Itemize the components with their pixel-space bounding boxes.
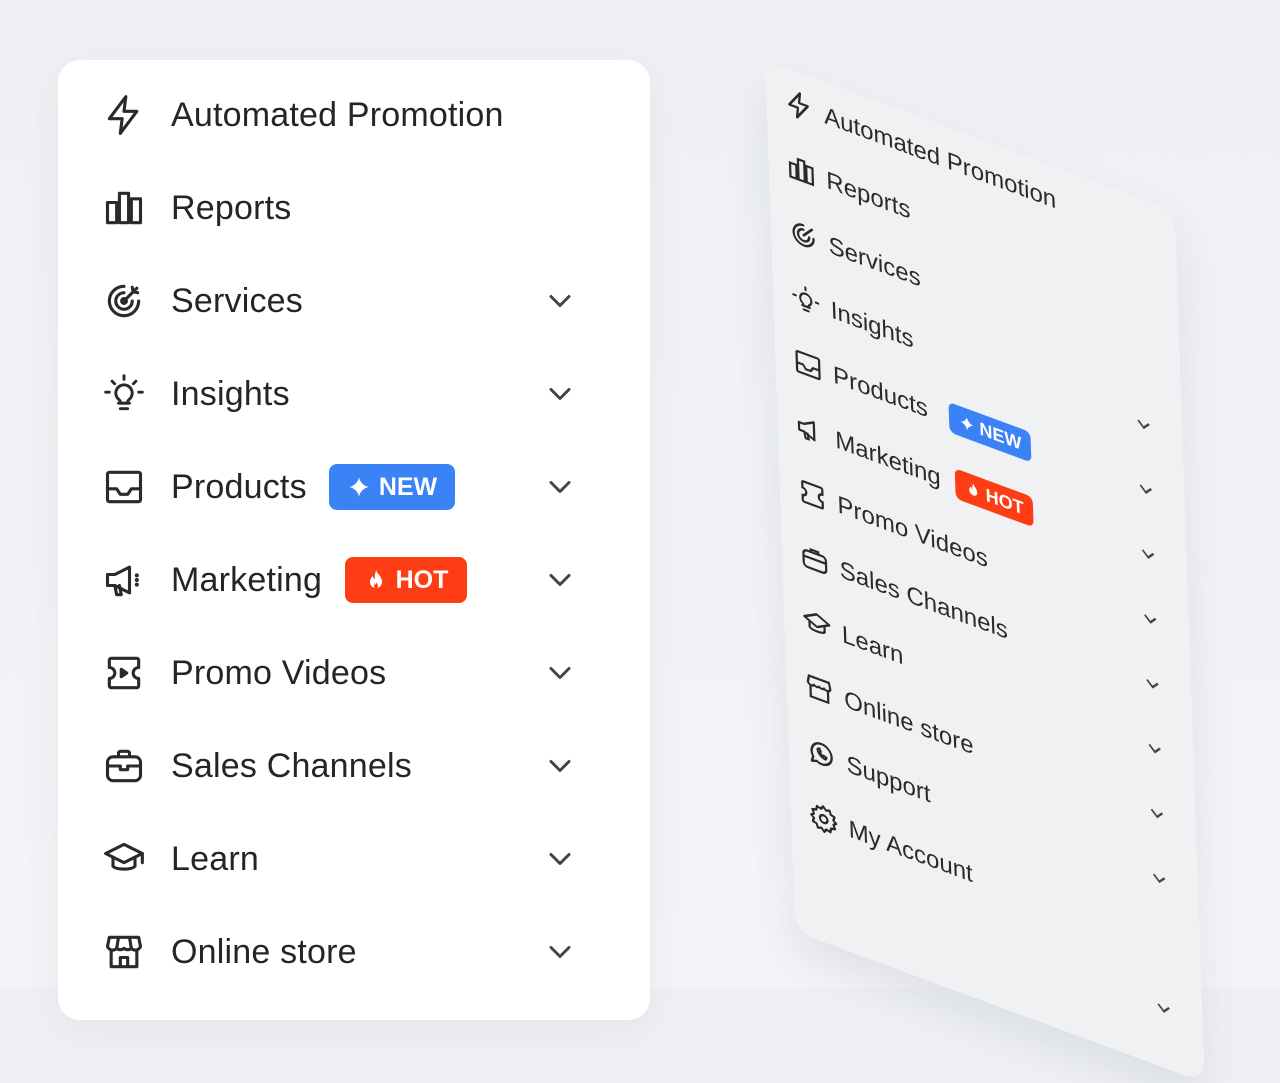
tilted-menu-preview: Automated Promotion Reports Services Ins… [765,60,1205,1083]
hot-badge: HOT [954,468,1034,528]
menu-item-insights[interactable]: Insights [58,364,650,424]
menu-item-learn[interactable]: Learn [58,829,650,889]
megaphone-icon [795,409,826,450]
new-badge: NEW [329,464,455,510]
menu-item-label: Reports [171,188,292,227]
preview-item-label: Insights [830,296,914,355]
megaphone-icon [102,558,146,602]
preview-item-label: Learn [841,620,904,671]
preview-item-label: Products [832,361,929,424]
bar-chart-icon [102,186,146,230]
menu-item-label: Products [171,467,307,506]
chevron-down-icon[interactable] [1143,734,1166,764]
hot-badge-label: HOT [395,565,449,594]
fire-icon [369,570,382,588]
hot-badge-label: HOT [985,484,1025,519]
chevron-down-icon[interactable] [1148,864,1171,894]
menu-item-online-store[interactable]: Online store [58,922,650,982]
preview-item-label: Services [828,231,922,293]
bolt-icon [102,93,146,137]
menu-item-promo-videos[interactable]: Promo Videos [58,643,650,703]
sparkle-icon [348,477,369,497]
menu-item-label: Promo Videos [171,653,387,692]
menu-item-label: Online store [171,932,357,971]
chevron-down-icon[interactable] [1132,410,1155,440]
menu-item-label: Automated Promotion [171,95,504,134]
chevron-down-icon[interactable] [542,934,578,970]
chevron-down-icon[interactable] [1137,539,1160,569]
chevron-down-icon[interactable] [542,562,578,598]
menu-item-label: Marketing [171,560,323,599]
bolt-icon [784,85,815,126]
briefcase-icon [799,539,830,580]
chevron-down-icon[interactable] [1134,475,1157,505]
hot-badge: HOT [345,557,467,603]
target-icon [102,279,146,323]
menu-item-automated-promotion[interactable]: Automated Promotion [58,85,650,145]
fire-icon [968,483,977,496]
inbox-icon [102,465,146,509]
menu-item-label: Learn [171,839,259,878]
target-icon [788,215,819,256]
chevron-down-icon[interactable] [1141,669,1164,699]
new-badge: NEW [948,401,1032,463]
video-ticket-icon [102,651,146,695]
store-icon [804,669,835,710]
preview-item-label: Marketing [834,425,942,493]
sparkle-icon [959,416,974,431]
menu-item-marketing[interactable]: Marketing HOT [58,550,650,610]
store-icon [102,930,146,974]
chevron-down-icon[interactable] [542,376,578,412]
chevron-down-icon[interactable] [542,283,578,319]
graduation-cap-icon [801,604,832,645]
lightbulb-icon [102,372,146,416]
menu-item-label: Insights [171,374,290,413]
chevron-down-icon[interactable] [542,841,578,877]
video-ticket-icon [797,474,828,515]
chevron-down-icon[interactable] [1139,604,1162,634]
menu-item-label: Services [171,281,303,320]
menu-item-services[interactable]: Services [58,271,650,331]
menu-item-label: Sales Channels [171,746,412,785]
menu-item-sales-channels[interactable]: Sales Channels [58,736,650,796]
gear-icon [808,798,839,839]
chevron-down-icon[interactable] [542,748,578,784]
new-badge-label: NEW [378,472,438,501]
new-badge-label: NEW [979,417,1022,454]
inbox-icon [793,344,824,385]
lightbulb-icon [790,279,821,320]
menu-item-products[interactable]: Products NEW [58,457,650,517]
chevron-down-icon[interactable] [542,655,578,691]
sidebar-menu-panel: Automated Promotion Reports Services Ins… [58,60,650,1020]
preview-item-label: Support [845,750,931,809]
whatsapp-icon [806,734,837,775]
preview-item-label: Reports [825,166,911,225]
chevron-down-icon[interactable] [542,469,578,505]
menu-item-reports[interactable]: Reports [58,178,650,238]
graduation-cap-icon [102,837,146,881]
bar-chart-icon [786,150,817,191]
briefcase-icon [102,744,146,788]
chevron-down-icon[interactable] [1152,993,1175,1023]
chevron-down-icon[interactable] [1146,799,1169,829]
